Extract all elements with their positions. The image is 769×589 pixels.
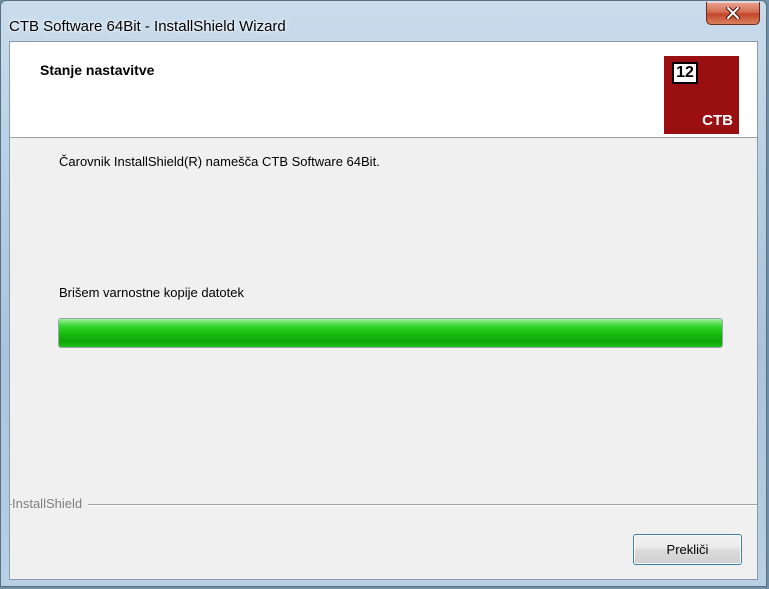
logo-text: CTB	[702, 112, 733, 129]
close-button[interactable]	[706, 2, 760, 25]
progress-bar	[58, 318, 723, 348]
installshield-brand-line: InstallShield	[10, 496, 757, 511]
wizard-header: Stanje nastavitve 12 CTB	[10, 42, 757, 138]
logo-badge: 12	[672, 62, 698, 84]
dialog-client-area: Stanje nastavitve 12 CTB Čarovnik Instal…	[9, 41, 758, 580]
divider	[10, 504, 757, 506]
page-title: Stanje nastavitve	[40, 62, 155, 78]
installer-window: CTB Software 64Bit - InstallShield Wizar…	[0, 0, 767, 587]
ctb-logo: 12 CTB	[664, 56, 739, 134]
close-icon	[726, 7, 740, 19]
status-text: Brišem varnostne kopije datotek	[59, 285, 244, 300]
progress-bar-fill	[59, 319, 722, 347]
cancel-button[interactable]: Prekliči	[633, 534, 742, 565]
description-text: Čarovnik InstallShield(R) namešča CTB So…	[59, 154, 380, 169]
title-bar[interactable]: CTB Software 64Bit - InstallShield Wizar…	[1, 1, 766, 41]
window-title: CTB Software 64Bit - InstallShield Wizar…	[9, 18, 286, 35]
installshield-label: InstallShield	[12, 496, 89, 511]
